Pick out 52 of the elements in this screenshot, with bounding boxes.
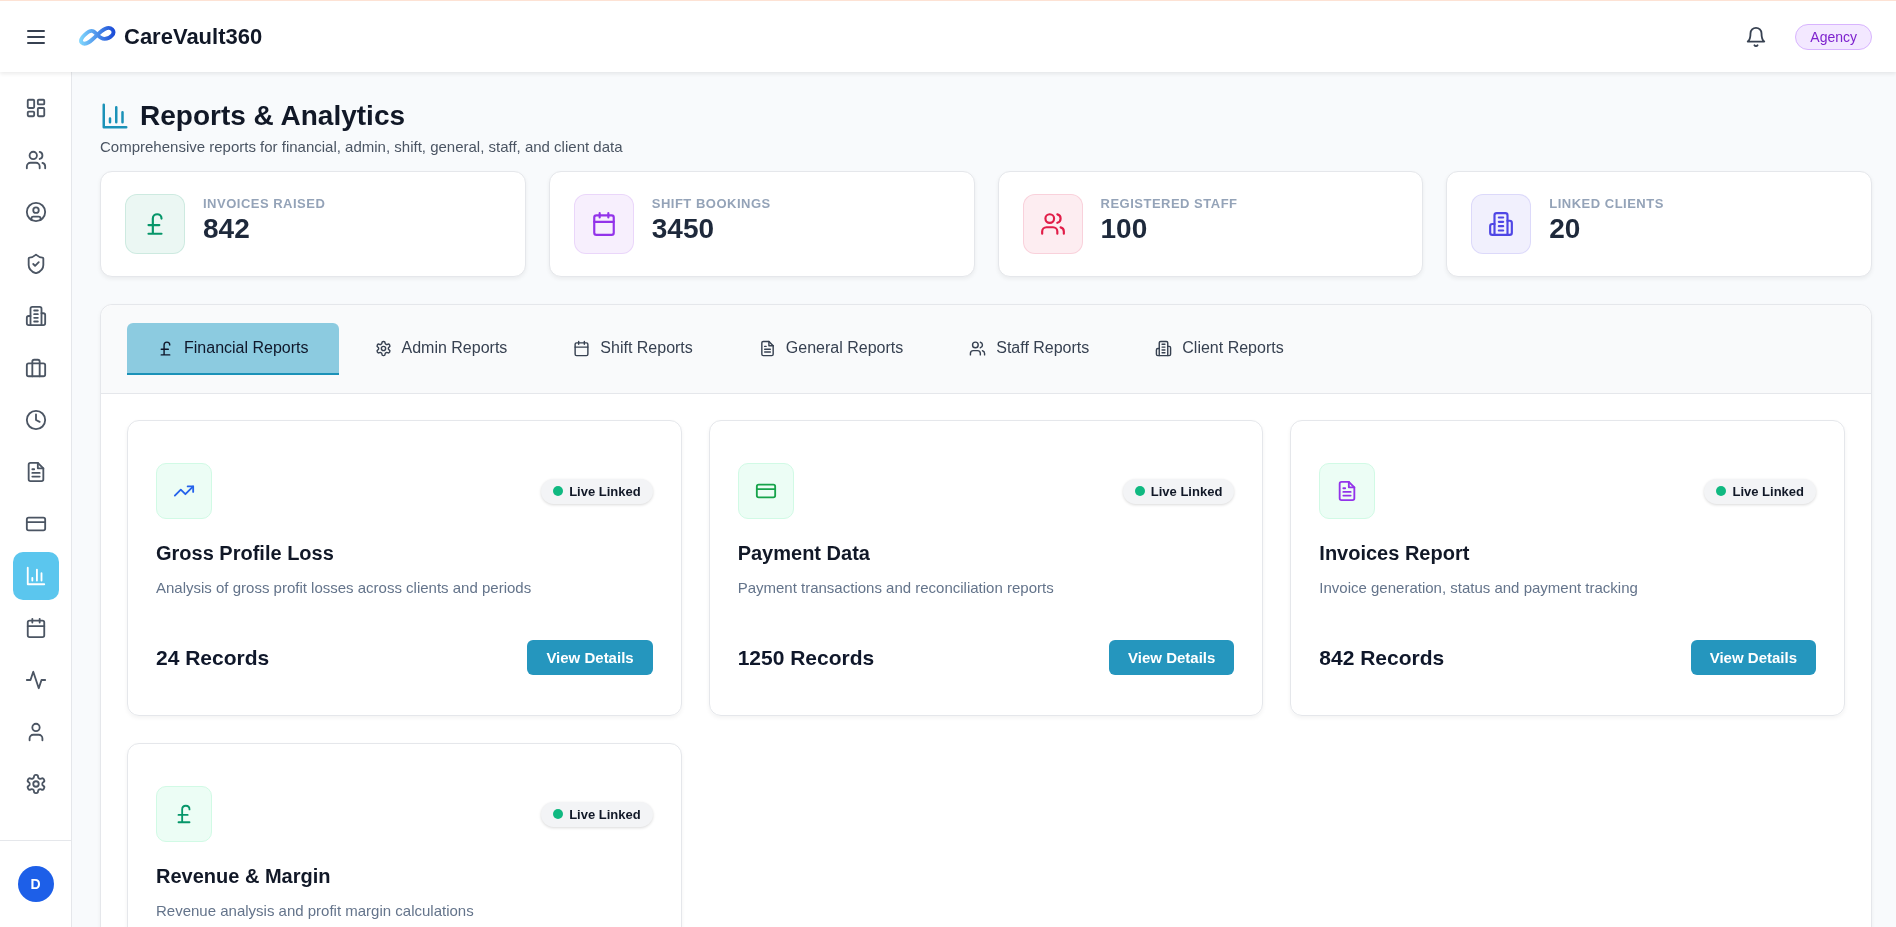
- dashboard-icon: [24, 97, 47, 119]
- stat-value: 842: [203, 212, 251, 245]
- users-icon: [24, 149, 47, 171]
- building-icon: [1155, 339, 1173, 357]
- calendar-icon: [24, 617, 47, 639]
- settings-icon: [24, 773, 47, 795]
- record-count: 842 Records: [1319, 645, 1445, 670]
- building-icon: [24, 305, 47, 327]
- live-status-badge: Live Linked: [541, 801, 653, 827]
- clock-icon: [24, 409, 47, 431]
- record-count: 24 Records: [156, 645, 270, 670]
- stat-value: 100: [1100, 212, 1149, 245]
- page-title: Reports & Analytics: [140, 100, 406, 132]
- report-description: Invoice generation, status and payment tracking: [1319, 579, 1639, 596]
- users-icon: [969, 339, 987, 357]
- live-status-badge: Live Linked: [541, 478, 653, 504]
- live-status-badge: Live Linked: [1122, 478, 1235, 504]
- report-title: Revenue & Margin: [156, 865, 332, 888]
- stat-label: REGISTERED STAFF: [1100, 195, 1238, 211]
- calendar-icon: [573, 339, 591, 357]
- report-tab[interactable]: Financial Reports: [127, 323, 339, 375]
- briefcase-icon: [24, 357, 47, 379]
- stat-label: LINKED CLIENTS: [1549, 195, 1664, 211]
- bar-chart-icon: [100, 101, 130, 131]
- report-tab[interactable]: Shift Reports: [543, 323, 723, 375]
- stat-value: 20: [1549, 212, 1582, 245]
- report-title: Gross Profile Loss: [156, 542, 335, 565]
- document-icon: [758, 339, 776, 357]
- stat-label: INVOICES RAISED: [203, 195, 326, 211]
- report-title: Payment Data: [737, 542, 871, 565]
- report-description: Analysis of gross profit losses across clients and periods: [156, 579, 533, 596]
- live-status-badge: Live Linked: [1704, 478, 1816, 504]
- report-tab[interactable]: General Reports: [728, 323, 934, 375]
- infinity-logo-icon: [78, 24, 116, 49]
- role-badge: Agency: [1795, 23, 1872, 50]
- user-avatar[interactable]: D: [17, 866, 54, 902]
- report-description: Revenue analysis and profit margin calculations: [156, 902, 475, 919]
- stat-label: SHIFT BOOKINGS: [651, 195, 771, 211]
- activity-icon: [24, 669, 47, 691]
- report-description: Payment transactions and reconciliation reports: [737, 579, 1055, 596]
- stat-value: 3450: [651, 212, 716, 245]
- brand-name: CareVault360: [124, 23, 263, 50]
- user-circle-icon: [24, 201, 47, 223]
- report-tab[interactable]: Client Reports: [1125, 323, 1314, 375]
- notification-bell-icon[interactable]: [1745, 25, 1768, 48]
- settings-icon: [374, 339, 392, 357]
- report-title: Invoices Report: [1319, 542, 1471, 565]
- page-subtitle: Comprehensive reports for financial, admin, shift, general, staff, and client data: [100, 138, 624, 155]
- report-tab[interactable]: Staff Reports: [939, 323, 1120, 375]
- record-count: 1250 Records: [737, 645, 875, 670]
- bar-chart-icon: [24, 565, 47, 587]
- report-tab[interactable]: Admin Reports: [344, 323, 538, 375]
